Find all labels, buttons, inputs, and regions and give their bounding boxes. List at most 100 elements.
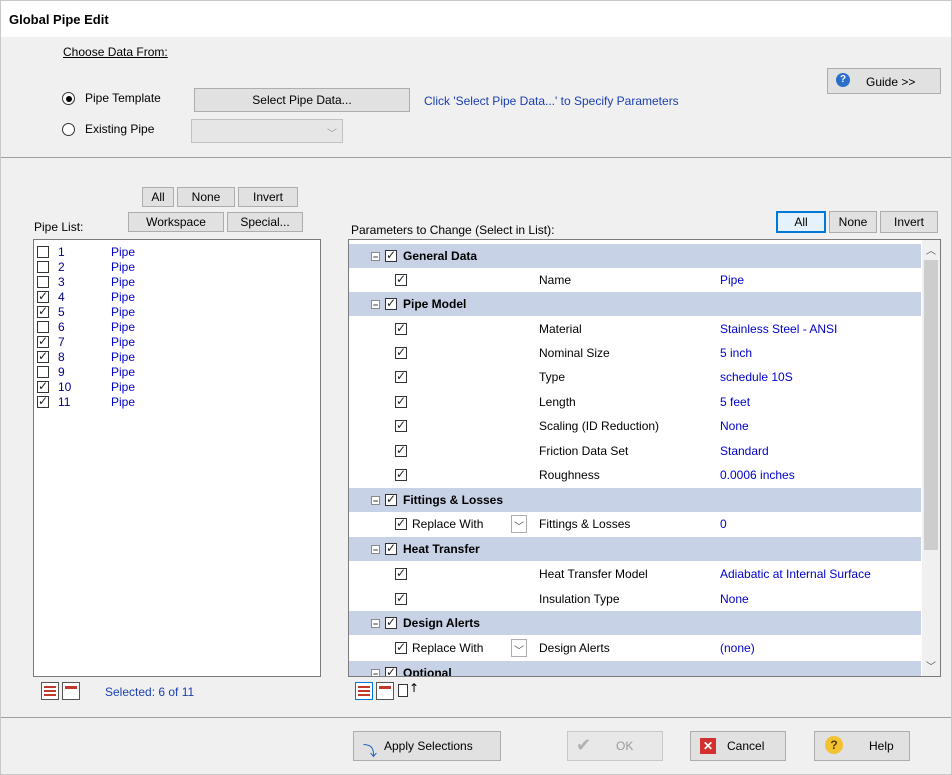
param-value: schedule 10S xyxy=(720,370,793,384)
separator-top xyxy=(1,157,951,158)
help-button[interactable]: ? Help xyxy=(814,731,910,761)
collapse-icon[interactable]: − xyxy=(371,669,380,676)
group-checkbox[interactable] xyxy=(385,615,397,629)
pipe-name: Pipe xyxy=(111,290,136,304)
pipe-list-none-button[interactable]: None xyxy=(177,187,235,207)
param-value: Adiabatic at Internal Surface xyxy=(720,567,871,581)
param-row[interactable]: Nominal Size 5 inch xyxy=(349,341,921,365)
param-value: 0.0006 inches xyxy=(720,468,795,482)
chevron-down-icon: ﹀ xyxy=(327,129,337,140)
group-design-alerts[interactable]: − Design Alerts xyxy=(349,611,921,635)
collapse-icon[interactable]: − xyxy=(371,252,380,262)
group-checkbox[interactable] xyxy=(385,541,397,555)
select-pipe-data-button[interactable]: Select Pipe Data... xyxy=(194,88,410,112)
group-checkbox[interactable] xyxy=(385,665,397,676)
vertical-scrollbar[interactable]: ︿ ﹀ xyxy=(922,240,940,676)
collapse-icon[interactable]: − xyxy=(371,545,380,555)
parameters-grid[interactable]: − General Data Name Pipe − Pipe Model Ma… xyxy=(348,239,941,677)
param-value: Pipe xyxy=(720,273,745,287)
window-title: Global Pipe Edit xyxy=(9,12,109,27)
param-row[interactable]: Heat Transfer Model Adiabatic at Interna… xyxy=(349,562,921,586)
apply-selections-button[interactable]: ⤵ Apply Selections xyxy=(353,731,501,761)
collapse-icon[interactable]: − xyxy=(371,619,380,629)
pipe-list-invert-button[interactable]: Invert xyxy=(238,187,298,207)
param-row[interactable]: Roughness 0.0006 inches xyxy=(349,463,921,487)
help-circle-icon: ? xyxy=(836,73,850,87)
pipe-checkbox[interactable] xyxy=(37,334,49,348)
params-invert-button[interactable]: Invert xyxy=(880,211,938,233)
collapse-icon[interactable]: − xyxy=(371,496,380,506)
pipe-checkbox[interactable] xyxy=(37,246,49,258)
group-heat-transfer[interactable]: − Heat Transfer xyxy=(349,537,921,561)
pipe-checkbox[interactable] xyxy=(37,366,49,378)
param-checkbox[interactable] xyxy=(395,591,407,605)
param-row[interactable]: Replace With ﹀ Fittings & Losses 0 xyxy=(349,512,921,536)
param-value: (none) xyxy=(720,641,755,655)
collapse-all-icon[interactable] xyxy=(62,682,80,700)
global-pipe-edit-window: Global Pipe Edit Choose Data From: Pipe … xyxy=(0,0,952,775)
param-row[interactable]: Name Pipe xyxy=(349,268,921,292)
param-label: Roughness xyxy=(539,468,600,482)
workspace-button[interactable]: Workspace xyxy=(128,212,224,232)
group-fittings-losses[interactable]: − Fittings & Losses xyxy=(349,488,921,512)
params-none-button[interactable]: None xyxy=(829,211,877,233)
pipe-name: Pipe xyxy=(111,260,136,274)
group-checkbox[interactable] xyxy=(385,296,397,310)
replace-mode-dropdown[interactable]: ﹀ xyxy=(511,515,527,533)
param-checkbox[interactable] xyxy=(395,321,407,335)
group-general-data[interactable]: − General Data xyxy=(349,244,921,268)
cancel-button[interactable]: ✕ Cancel xyxy=(690,731,786,761)
param-checkbox[interactable] xyxy=(395,394,407,408)
pipe-list-label: Pipe List: xyxy=(34,220,84,234)
special-button[interactable]: Special... xyxy=(227,212,303,232)
pipe-checkbox[interactable] xyxy=(37,304,49,318)
pipe-checkbox[interactable] xyxy=(37,289,49,303)
replace-mode-dropdown[interactable]: ﹀ xyxy=(511,639,527,657)
pipe-checkbox[interactable] xyxy=(37,379,49,393)
group-checkbox[interactable] xyxy=(385,492,397,506)
param-checkbox[interactable] xyxy=(395,369,407,383)
scroll-down-icon[interactable]: ﹀ xyxy=(926,658,936,673)
grid-collapse-all-icon[interactable] xyxy=(376,682,394,700)
guide-button[interactable]: ? Guide >> xyxy=(827,68,941,94)
param-checkbox[interactable] xyxy=(395,566,407,580)
param-row[interactable]: Friction Data Set Standard xyxy=(349,439,921,463)
existing-pipe-dropdown[interactable]: ﹀ xyxy=(191,119,343,143)
pipe-checkbox[interactable] xyxy=(37,321,49,333)
param-row[interactable]: Material Stainless Steel - ANSI xyxy=(349,317,921,341)
pipe-name: Pipe xyxy=(111,395,136,409)
pipe-checkbox[interactable] xyxy=(37,276,49,288)
collapse-icon[interactable]: − xyxy=(371,300,380,310)
pipe-checkbox[interactable] xyxy=(37,394,49,408)
scrollbar-thumb[interactable] xyxy=(924,260,938,550)
existing-pipe-radio[interactable] xyxy=(62,123,75,136)
pipe-list[interactable]: 1 Pipe 2 Pipe 3 Pipe 4 Pipe 5 Pipe 6 Pipe 7 Pip… xyxy=(33,239,321,677)
ok-button[interactable]: ✔ OK xyxy=(567,731,663,761)
param-checkbox[interactable] xyxy=(395,418,407,432)
group-checkbox[interactable] xyxy=(385,248,397,262)
pipe-checkbox[interactable] xyxy=(37,349,49,363)
param-row[interactable]: Insulation Type None xyxy=(349,587,921,611)
param-checkbox[interactable] xyxy=(395,516,407,530)
pipe-number: 3 xyxy=(58,275,65,289)
param-checkbox[interactable] xyxy=(395,345,407,359)
param-row[interactable]: Replace With ﹀ Design Alerts (none) xyxy=(349,636,921,660)
pipe-number: 6 xyxy=(58,320,65,334)
param-checkbox[interactable] xyxy=(395,443,407,457)
param-row[interactable]: Scaling (ID Reduction) None xyxy=(349,414,921,438)
param-checkbox[interactable] xyxy=(395,467,407,481)
group-pipe-model[interactable]: − Pipe Model xyxy=(349,292,921,316)
param-checkbox[interactable] xyxy=(395,640,407,654)
grid-expand-all-icon[interactable] xyxy=(355,682,373,700)
scroll-up-icon[interactable]: ︿ xyxy=(926,242,936,257)
param-row[interactable]: Type schedule 10S xyxy=(349,365,921,389)
expand-all-icon[interactable] xyxy=(41,682,59,700)
param-checkbox[interactable] xyxy=(395,272,407,286)
group-optional[interactable]: − Optional xyxy=(349,661,921,676)
param-row[interactable]: Length 5 feet xyxy=(349,390,921,414)
pipe-checkbox[interactable] xyxy=(37,261,49,273)
params-all-button[interactable]: All xyxy=(776,211,826,233)
pipe-list-all-button[interactable]: All xyxy=(142,187,174,207)
grid-sort-icon[interactable]: ↑ xyxy=(397,681,419,700)
pipe-template-radio[interactable] xyxy=(62,92,75,105)
